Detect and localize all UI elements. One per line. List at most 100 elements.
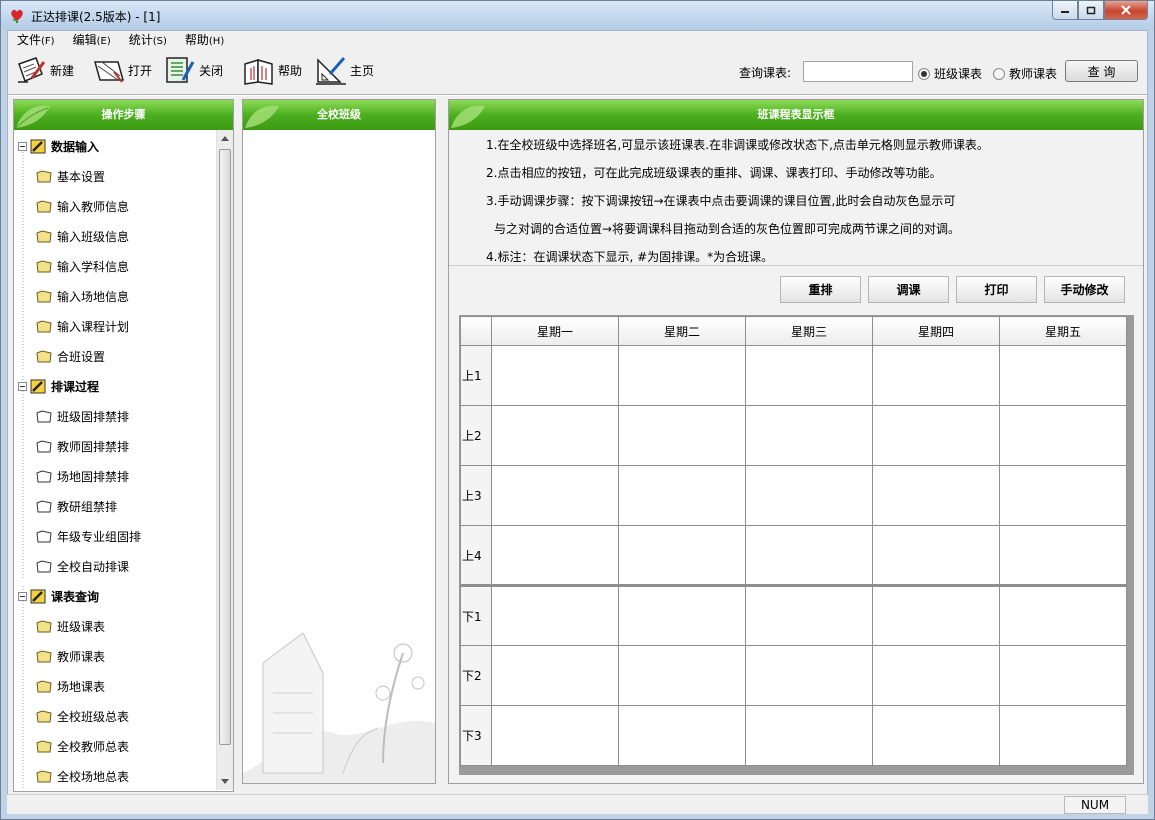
collapse-toggle[interactable] xyxy=(18,591,27,601)
timetable-cell[interactable] xyxy=(491,405,619,466)
adjust-class-button[interactable]: 调课 xyxy=(868,276,949,303)
timetable-cell[interactable] xyxy=(999,645,1127,706)
menu-edit[interactable]: 编辑(E) xyxy=(64,31,120,50)
query-input[interactable] xyxy=(803,61,913,82)
menu-file[interactable]: 文件(F) xyxy=(8,31,64,50)
timetable-cell[interactable] xyxy=(618,525,746,587)
timetable-cell[interactable] xyxy=(618,585,746,646)
tree-item-venue-info[interactable]: 输入场地信息 xyxy=(36,286,129,306)
timetable-cell[interactable] xyxy=(745,405,873,466)
timetable-cell[interactable] xyxy=(999,525,1127,587)
minimize-button[interactable] xyxy=(1052,1,1078,20)
timetable-cell[interactable] xyxy=(999,345,1127,406)
maximize-button[interactable] xyxy=(1078,1,1104,20)
timetable-cell[interactable] xyxy=(872,465,1000,526)
tree-item-subject-info[interactable]: 输入学科信息 xyxy=(36,256,129,276)
tree-item-class-timetable[interactable]: 班级课表 xyxy=(36,616,105,636)
scroll-down-icon[interactable] xyxy=(221,779,229,784)
timetable-cell[interactable] xyxy=(745,585,873,646)
tree-item-school-teacher-total[interactable]: 全校教师总表 xyxy=(36,736,129,756)
status-bar: NUM xyxy=(7,794,1148,814)
open-button[interactable]: 打开 xyxy=(92,54,152,86)
timetable-cell[interactable] xyxy=(872,405,1000,466)
timetable-cell[interactable] xyxy=(872,345,1000,406)
title-bar[interactable]: 正达排课(2.5版本) - [1] xyxy=(1,1,1154,30)
tree-item-course-plan[interactable]: 输入课程计划 xyxy=(36,316,129,336)
tree-item-school-class-total[interactable]: 全校班级总表 xyxy=(36,706,129,726)
tree-group-data-input[interactable]: 数据输入 xyxy=(18,136,99,156)
timetable-cell[interactable] xyxy=(872,585,1000,646)
tree-item-venue-timetable[interactable]: 场地课表 xyxy=(36,676,105,696)
radio-teacher-timetable[interactable]: 教师课表 xyxy=(993,65,1057,82)
tree-item-auto-schedule[interactable]: 全校自动排课 xyxy=(36,556,129,576)
tree-item-teacher-fixed[interactable]: 教师固排禁排 xyxy=(36,436,129,456)
timetable-cell[interactable] xyxy=(745,525,873,587)
menu-help[interactable]: 帮助(H) xyxy=(176,31,233,50)
collapse-toggle[interactable] xyxy=(18,381,27,391)
folder-pen-icon xyxy=(30,139,46,154)
timetable-cell[interactable] xyxy=(491,525,619,587)
folder-icon xyxy=(36,499,52,512)
num-lock-indicator: NUM xyxy=(1064,796,1126,814)
folder-pen-icon xyxy=(30,379,46,394)
radio-unselected-indicator xyxy=(993,67,1005,80)
timetable-cell[interactable] xyxy=(872,705,1000,766)
timetable-cell[interactable] xyxy=(491,345,619,406)
timetable-cell[interactable] xyxy=(872,645,1000,706)
timetable-cell[interactable] xyxy=(618,705,746,766)
timetable-cell[interactable] xyxy=(745,465,873,526)
radio-class-timetable[interactable]: 班级课表 xyxy=(918,65,982,82)
steps-tree: 数据输入 基本设置 输入教师信息 输入班级信息 输入学科信息 输入场地信息 输入… xyxy=(14,130,217,790)
open-label: 打开 xyxy=(128,63,153,78)
tree-item-grade-group[interactable]: 年级专业组固排 xyxy=(36,526,141,546)
tree-group-scheduling[interactable]: 排课过程 xyxy=(18,376,99,396)
close-document-icon xyxy=(166,57,195,83)
day-header: 星期一 xyxy=(491,316,619,346)
timetable-cell[interactable] xyxy=(745,645,873,706)
tree-item-teaching-group[interactable]: 教研组禁排 xyxy=(36,496,117,516)
timetable-cell[interactable] xyxy=(745,705,873,766)
help-button[interactable]: 帮助 xyxy=(242,54,302,86)
tree-item-school-venue-total[interactable]: 全校场地总表 xyxy=(36,766,129,786)
timetable-cell[interactable] xyxy=(618,405,746,466)
tree-item-teacher-timetable[interactable]: 教师课表 xyxy=(36,646,105,666)
instruction-line-1: 1.在全校班级中选择班名,可显示该班课表.在非调课或修改状态下,点击单元格则显示… xyxy=(486,138,989,152)
timetable-title: 班课程表显示框 xyxy=(757,108,835,121)
timetable-cell[interactable] xyxy=(999,405,1127,466)
tree-item-merged-class[interactable]: 合班设置 xyxy=(36,346,105,366)
timetable-cell[interactable] xyxy=(999,705,1127,766)
timetable-cell[interactable] xyxy=(618,465,746,526)
timetable-cell[interactable] xyxy=(491,705,619,766)
scroll-up-icon[interactable] xyxy=(221,136,229,141)
new-button[interactable]: 新建 xyxy=(14,54,74,86)
timetable-cell[interactable] xyxy=(618,345,746,406)
timetable-cell[interactable] xyxy=(618,645,746,706)
tree-item-venue-fixed[interactable]: 场地固排禁排 xyxy=(36,466,129,486)
query-button[interactable]: 查 询 xyxy=(1065,60,1138,82)
home-drafting-icon xyxy=(316,57,346,85)
timetable-cell[interactable] xyxy=(491,645,619,706)
tree-item-class-fixed[interactable]: 班级固排禁排 xyxy=(36,406,129,426)
timetable-cell[interactable] xyxy=(999,465,1127,526)
timetable-cell[interactable] xyxy=(491,465,619,526)
timetable-cell[interactable] xyxy=(491,585,619,646)
steps-scrollbar[interactable] xyxy=(216,130,233,790)
timetable-cell[interactable] xyxy=(745,345,873,406)
menu-statistics[interactable]: 统计(S) xyxy=(120,31,176,50)
tree-item-teacher-info[interactable]: 输入教师信息 xyxy=(36,196,129,216)
print-button[interactable]: 打印 xyxy=(956,276,1037,303)
collapse-toggle[interactable] xyxy=(18,141,27,151)
timetable-cell[interactable] xyxy=(999,585,1127,646)
close-window-button[interactable] xyxy=(1104,1,1148,20)
class-list[interactable] xyxy=(243,130,435,783)
tree-item-class-info[interactable]: 输入班级信息 xyxy=(36,226,129,246)
tree-item-basic-settings[interactable]: 基本设置 xyxy=(36,166,105,186)
tree-group-query[interactable]: 课表查询 xyxy=(18,586,99,606)
manual-edit-button[interactable]: 手动修改 xyxy=(1044,276,1125,303)
new-label: 新建 xyxy=(50,63,75,78)
home-button[interactable]: 主页 xyxy=(314,54,374,86)
rearrange-button[interactable]: 重排 xyxy=(780,276,861,303)
close-button[interactable]: 关闭 xyxy=(163,54,223,86)
timetable-cell[interactable] xyxy=(872,525,1000,587)
scroll-thumb[interactable] xyxy=(219,149,231,745)
